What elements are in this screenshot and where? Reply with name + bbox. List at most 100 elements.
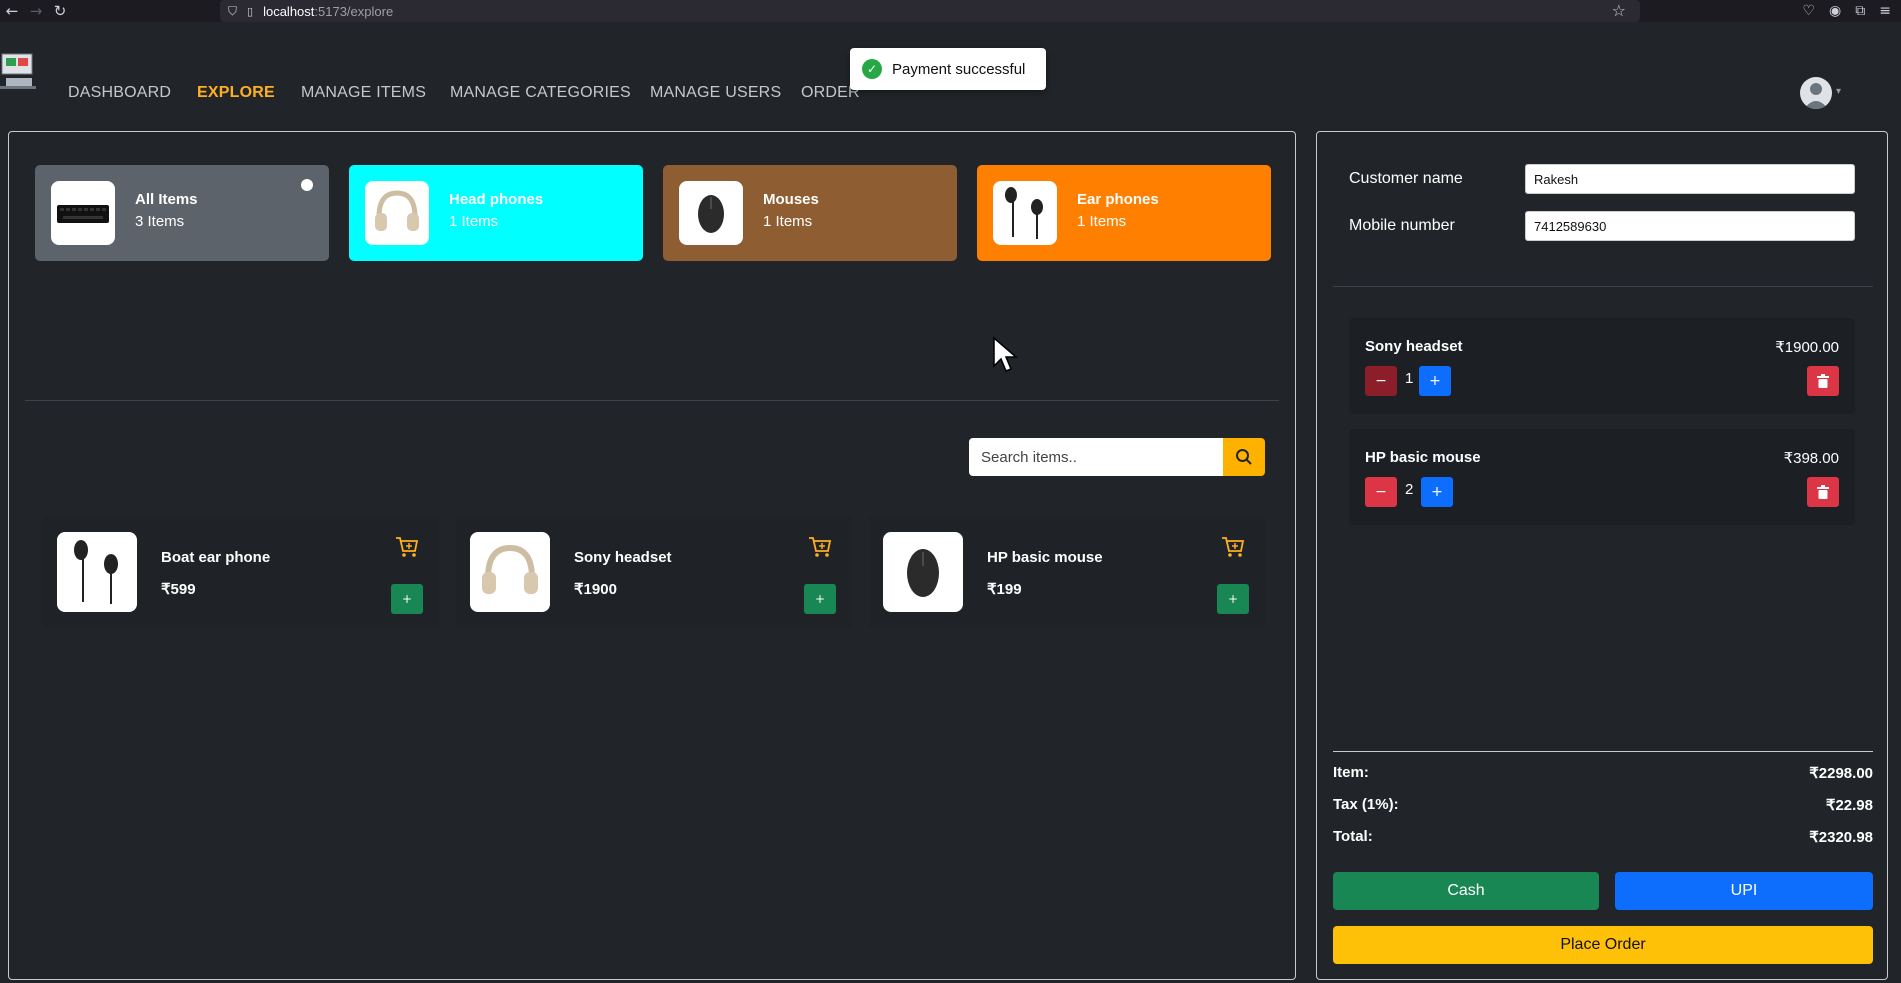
cart-item-quantity: 1 — [1405, 370, 1414, 387]
category-name: Head phones — [449, 191, 544, 208]
url-bar[interactable]: ⛉ ▯ localhost:5173/explore ☆ — [220, 0, 1640, 22]
nav-manage-items[interactable]: MANAGE ITEMS — [301, 84, 426, 102]
mobile-number-label: Mobile number — [1349, 217, 1455, 234]
summary-total-value: ₹2320.98 — [1809, 829, 1873, 846]
mouse-icon — [679, 181, 743, 245]
search-button[interactable] — [1223, 438, 1265, 476]
url-text: localhost:5173/explore — [263, 4, 393, 19]
increase-quantity-button[interactable]: + — [1421, 477, 1453, 507]
selected-indicator — [301, 179, 313, 191]
decrease-quantity-button[interactable]: − — [1365, 477, 1397, 507]
summary-total-label: Total: — [1333, 828, 1373, 845]
place-order-button[interactable]: Place Order — [1333, 926, 1873, 964]
summary-total-row: Total: ₹2320.98 — [1333, 828, 1873, 846]
category-count: 3 Items — [135, 213, 185, 230]
customer-name-label: Customer name — [1349, 170, 1463, 187]
reload-icon[interactable]: ↻ — [48, 0, 72, 22]
cart-plus-icon[interactable] — [808, 536, 832, 558]
category-card-all-items[interactable]: All Items 3 Items — [35, 165, 329, 261]
item-card: HP basic mouse ₹199 + — [869, 516, 1265, 628]
mouse-icon — [883, 532, 963, 612]
category-count: 1 Items — [1077, 213, 1127, 230]
divider — [25, 400, 1279, 401]
nav-dashboard[interactable]: DASHBOARD — [68, 84, 171, 102]
item-price: ₹599 — [161, 581, 196, 598]
forward-icon[interactable]: → — [24, 0, 48, 22]
search-box — [969, 438, 1223, 476]
back-icon[interactable]: ← — [0, 0, 24, 22]
check-icon: ✓ — [862, 59, 882, 79]
summary-item-value: ₹2298.00 — [1809, 765, 1873, 782]
decrease-quantity-button[interactable]: − — [1365, 366, 1397, 396]
category-name: Ear phones — [1077, 191, 1159, 208]
menu-icon[interactable]: ≡ — [1879, 3, 1891, 19]
search-icon — [1236, 449, 1252, 465]
cart-item-price: ₹1900.00 — [1775, 339, 1839, 356]
category-count: 1 Items — [449, 213, 499, 230]
cart-plus-icon[interactable] — [395, 536, 419, 558]
mobile-number-input[interactable] — [1525, 211, 1855, 241]
url-host: localhost — [263, 3, 315, 19]
customer-name-input[interactable] — [1525, 164, 1855, 194]
cart-item-name: HP basic mouse — [1365, 449, 1481, 466]
nav-explore[interactable]: EXPLORE — [197, 84, 275, 102]
headphones-icon — [365, 181, 429, 245]
summary-tax-label: Tax (1%): — [1333, 796, 1399, 813]
cart-item: Sony headset ₹1900.00 − 1 + — [1349, 318, 1855, 414]
remove-item-button[interactable] — [1807, 477, 1839, 507]
add-to-cart-button[interactable]: + — [804, 584, 836, 614]
summary-tax-row: Tax (1%): ₹22.98 — [1333, 796, 1873, 814]
upi-button[interactable]: UPI — [1615, 872, 1873, 910]
search-input[interactable] — [981, 448, 1211, 466]
summary-item-row: Item: ₹2298.00 — [1333, 764, 1873, 782]
toast-message: Payment successful — [892, 60, 1026, 78]
item-name: HP basic mouse — [987, 549, 1103, 566]
keyboard-icon — [51, 181, 115, 245]
cart-item: HP basic mouse ₹398.00 − 2 + — [1349, 429, 1855, 525]
user-avatar[interactable] — [1800, 77, 1832, 109]
account-icon[interactable]: ◉ — [1829, 3, 1841, 19]
cart-panel: Customer name Mobile number Sony headset… — [1316, 131, 1888, 980]
remove-item-button[interactable] — [1807, 366, 1839, 396]
category-name: Mouses — [763, 191, 819, 208]
category-name: All Items — [135, 191, 198, 208]
nav-manage-categories[interactable]: MANAGE CATEGORIES — [450, 84, 631, 102]
item-price: ₹199 — [987, 581, 1022, 598]
toast-notification: ✓ Payment successful — [850, 48, 1046, 90]
summary-item-label: Item: — [1333, 764, 1369, 781]
url-path: :5173/explore — [314, 3, 394, 19]
chevron-down-icon[interactable]: ▾ — [1836, 86, 1841, 97]
category-card-head-phones[interactable]: Head phones 1 Items — [349, 165, 643, 261]
item-card: Boat ear phone ₹599 + — [43, 516, 439, 628]
cart-item-name: Sony headset — [1365, 338, 1463, 355]
bookmark-star-icon[interactable]: ☆ — [1612, 1, 1626, 20]
shield-icon: ⛉ — [228, 3, 238, 18]
item-name: Sony headset — [574, 549, 672, 566]
explore-panel: All Items 3 Items Head phones 1 Items Mo… — [8, 131, 1296, 980]
earphones-icon — [993, 181, 1057, 245]
item-card: Sony headset ₹1900 + — [456, 516, 852, 628]
category-card-mouses[interactable]: Mouses 1 Items — [663, 165, 957, 261]
trash-icon — [1817, 374, 1829, 388]
category-card-ear-phones[interactable]: Ear phones 1 Items — [977, 165, 1271, 261]
increase-quantity-button[interactable]: + — [1419, 366, 1451, 396]
divider — [1333, 751, 1873, 752]
cart-plus-icon[interactable] — [1221, 536, 1245, 558]
summary-tax-value: ₹22.98 — [1825, 797, 1873, 814]
pocket-icon[interactable]: ♡ — [1802, 3, 1815, 19]
item-price: ₹1900 — [574, 581, 617, 598]
headphones-icon — [470, 532, 550, 612]
divider — [1333, 286, 1873, 287]
cart-item-quantity: 2 — [1405, 481, 1414, 498]
extensions-icon[interactable]: ⧉ — [1855, 3, 1865, 19]
cash-button[interactable]: Cash — [1333, 872, 1599, 910]
trash-icon — [1817, 485, 1829, 499]
user-icon — [1804, 83, 1828, 109]
add-to-cart-button[interactable]: + — [391, 584, 423, 614]
item-name: Boat ear phone — [161, 549, 271, 566]
nav-manage-users[interactable]: MANAGE USERS — [650, 84, 781, 102]
mouse-cursor-icon — [993, 336, 1018, 372]
add-to-cart-button[interactable]: + — [1217, 584, 1249, 614]
logo-icon[interactable] — [0, 50, 36, 90]
cart-item-price: ₹398.00 — [1783, 450, 1839, 467]
